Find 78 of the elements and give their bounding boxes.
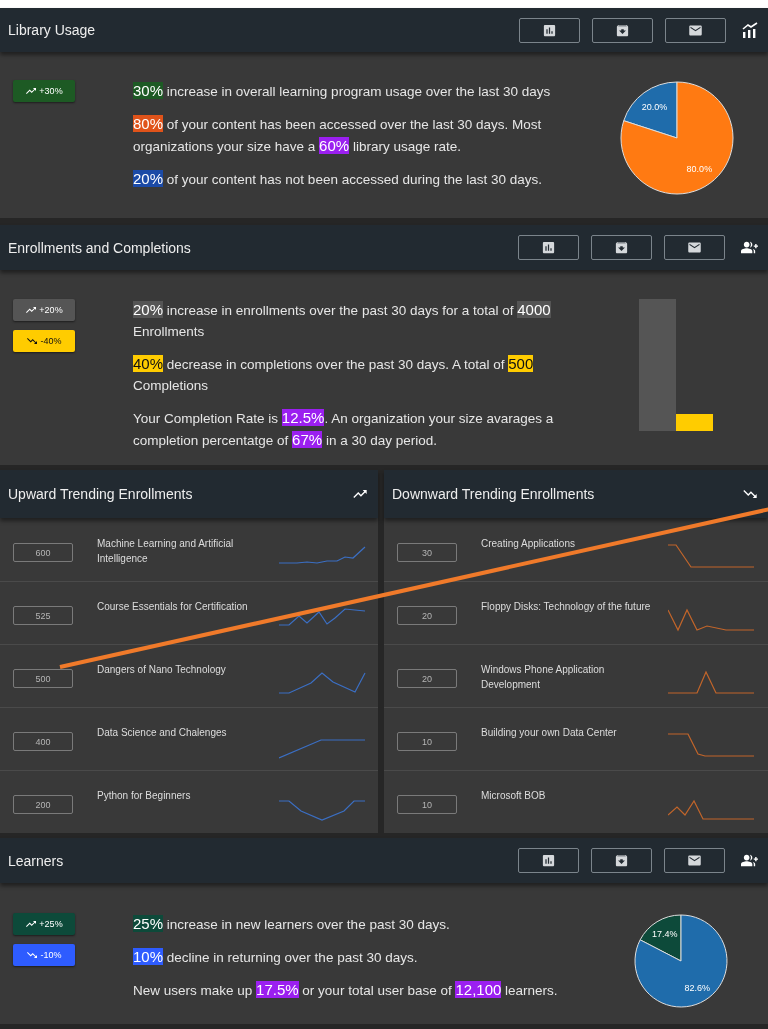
trend-down-icon	[26, 335, 39, 347]
enrollment-count: 200	[13, 795, 73, 814]
course-title: Building your own Data Center	[481, 726, 618, 740]
add-user-icon[interactable]	[741, 852, 758, 869]
course-title: Dangers of Nano Technology	[97, 663, 227, 677]
badge-label: +30%	[39, 86, 63, 96]
course-title: Windows Phone Application Development	[481, 663, 606, 692]
enrollment-count: 400	[13, 732, 73, 751]
course-row[interactable]: 525 Course Essentials for Certification	[0, 581, 378, 644]
badge-label: +25%	[39, 919, 63, 929]
trend-up-icon	[25, 304, 38, 316]
course-row[interactable]: 10 Building your own Data Center	[384, 707, 768, 770]
bar-chart-icon	[541, 240, 556, 255]
bar-chart-icon	[542, 22, 557, 38]
enrollment-count: 525	[13, 606, 73, 625]
email-button[interactable]	[665, 17, 726, 43]
summary-sentence: 40% decrease in completions over the past 30 days. A total of 500 Completions	[133, 354, 535, 395]
enrollment-count: 10	[397, 795, 457, 814]
course-title: Course Essentials for Certification	[97, 600, 249, 614]
email-button[interactable]	[664, 848, 725, 873]
archive-button[interactable]	[591, 235, 652, 260]
course-row[interactable]: 400 Data Science and Chalenges	[0, 707, 378, 770]
course-row[interactable]: 20 Windows Phone Application Development	[384, 644, 768, 707]
slice-label: 20.0%	[641, 102, 667, 113]
summary-sentence: New users make up 17.5% or your total user base of 12,100 learners.	[133, 980, 559, 1000]
enrollment-count: 600	[13, 543, 73, 562]
archive-icon	[614, 240, 629, 255]
course-title: Data Science and Chalenges	[97, 726, 228, 740]
trend-down-icon	[26, 949, 39, 961]
summary-sentence: 25% increase in new learners over the past 30 days.	[133, 914, 451, 934]
summary-sentence: 20% of your content has not been accessed during the last 30 days.	[133, 169, 544, 189]
badge-label: +20%	[39, 305, 63, 315]
summary-sentence: 30% increase in overall learning program usage over the last 30 days	[133, 81, 552, 101]
mail-icon	[687, 240, 702, 255]
course-row[interactable]: 10 Microsoft BOB	[384, 770, 768, 833]
course-title: Microsoft BOB	[481, 789, 547, 803]
archive-icon	[614, 853, 629, 868]
summary-sentence: 10% decline in returning over the past 30 days.	[133, 947, 419, 967]
enrollment-count: 500	[13, 669, 73, 688]
slice-label: 17.4%	[651, 929, 677, 940]
enrollment-count: 20	[397, 606, 457, 625]
report-button[interactable]	[519, 17, 580, 43]
slice-label: 80.0%	[686, 163, 712, 174]
panel-title: Downward Trending Enrollments	[392, 486, 596, 502]
course-title: Floppy Disks: Technology of the future	[481, 600, 652, 614]
growth-chart-icon[interactable]	[742, 22, 758, 38]
course-title: Creating Applications	[481, 537, 576, 551]
summary-sentence: 20% increase in enrollments over the past 30 days for a total of 4000 Enrollments	[133, 300, 552, 341]
badge-label: -10%	[40, 950, 62, 960]
course-row[interactable]: 200 Python for Beginners	[0, 770, 378, 833]
panel-title: Library Usage	[8, 22, 97, 38]
summary-sentence: Your Completion Rate is 12.5%. An organization your size avarages a completion percentatge of 67% in a 30 day period.	[133, 408, 555, 450]
enrollment-count: 30	[397, 543, 457, 562]
trend-up-icon	[25, 918, 38, 930]
add-user-icon[interactable]	[741, 239, 758, 256]
report-button[interactable]	[518, 235, 579, 260]
enrollment-count: 10	[397, 732, 457, 751]
panel-title: Learners	[8, 852, 65, 869]
course-row[interactable]: 20 Floppy Disks: Technology of the future	[384, 581, 768, 644]
mail-icon	[687, 853, 702, 868]
course-title: Python for Beginners	[97, 789, 192, 803]
email-button[interactable]	[664, 235, 725, 260]
archive-icon	[615, 22, 630, 38]
summary-sentence: 80% of your content has been accessed over the last 30 days. Most organizations your size have a 60% library usage rate.	[133, 114, 543, 156]
badge-label: -40%	[40, 336, 62, 346]
archive-button[interactable]	[592, 17, 653, 43]
slice-label: 82.6%	[684, 982, 710, 993]
course-title: Machine Learning and Artificial Intelligence	[97, 537, 235, 566]
report-button[interactable]	[518, 848, 579, 873]
archive-button[interactable]	[591, 848, 652, 873]
panel-title: Upward Trending Enrollments	[8, 486, 194, 502]
course-row[interactable]: 600 Machine Learning and Artificial Intelligence	[0, 518, 378, 581]
enrollment-count: 20	[397, 669, 457, 688]
trend-up-icon	[25, 85, 38, 97]
course-row[interactable]: 500 Dangers of Nano Technology	[0, 644, 378, 707]
course-row[interactable]: 30 Creating Applications	[384, 518, 768, 581]
panel-title: Enrollments and Completions	[8, 239, 192, 256]
bar-chart-icon	[541, 853, 556, 868]
